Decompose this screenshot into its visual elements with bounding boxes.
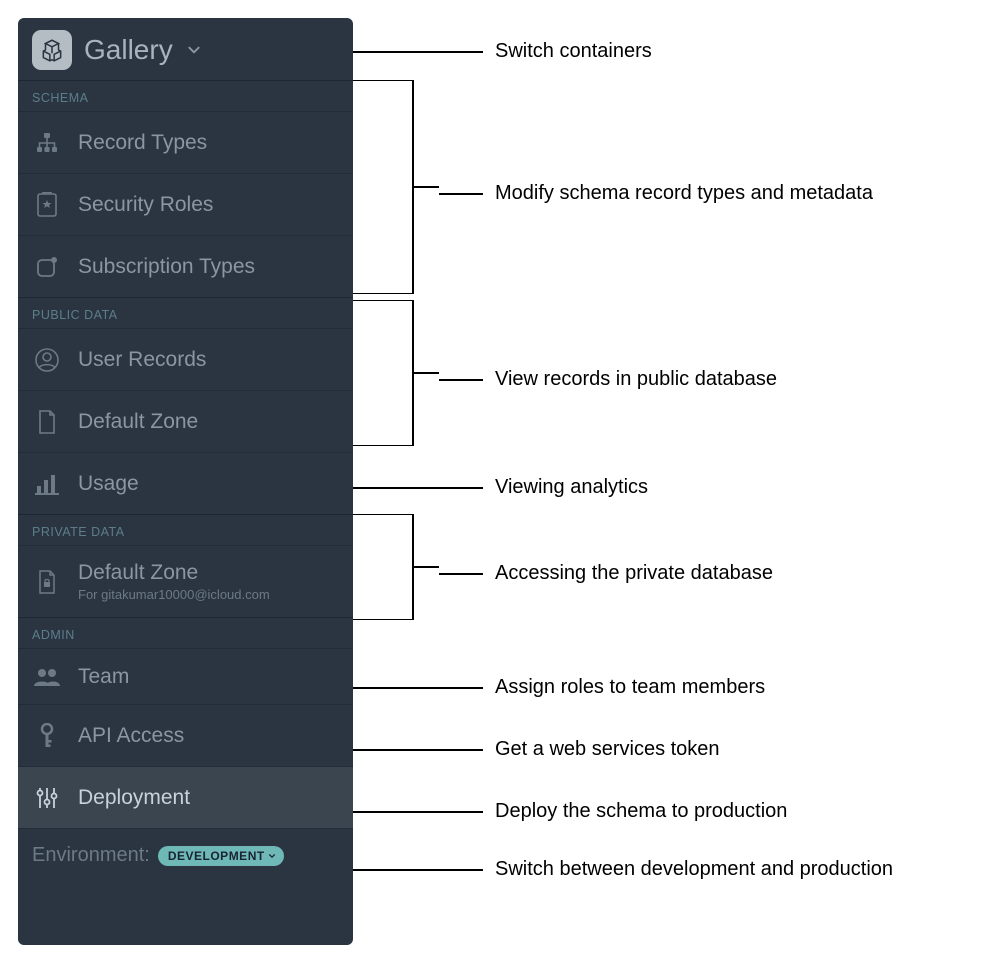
callout-deploy: Deploy the schema to production: [483, 800, 787, 823]
nav-sublabel: For gitakumar10000@icloud.com: [78, 587, 270, 602]
hierarchy-icon: [32, 131, 62, 155]
chevron-down-icon: [185, 43, 201, 57]
subscription-icon: [32, 255, 62, 279]
sidebar-item-security-roles[interactable]: Security Roles: [18, 173, 353, 235]
callout-team: Assign roles to team members: [483, 676, 765, 699]
sidebar-item-usage[interactable]: Usage: [18, 452, 353, 514]
nav-label: Record Types: [78, 131, 207, 155]
locked-document-icon: [32, 569, 62, 595]
section-header-admin: ADMIN: [18, 617, 353, 648]
sidebar-item-team[interactable]: Team: [18, 648, 353, 704]
section-header-private-data: PRIVATE DATA: [18, 514, 353, 545]
callout-private-db: Accessing the private database: [483, 562, 773, 585]
shield-star-icon: [32, 192, 62, 218]
container-switcher[interactable]: Gallery: [18, 18, 353, 80]
key-icon: [32, 723, 62, 749]
sidebar-item-default-zone-private[interactable]: Default Zone For gitakumar10000@icloud.c…: [18, 545, 353, 617]
nav-label: Subscription Types: [78, 255, 255, 279]
callout-env: Switch between development and productio…: [483, 858, 893, 881]
callout-api: Get a web services token: [483, 738, 720, 761]
environment-label: Environment:: [32, 844, 150, 867]
nav-label: Usage: [78, 472, 139, 496]
section-header-schema: SCHEMA: [18, 80, 353, 111]
callout-analytics: Viewing analytics: [483, 476, 648, 499]
app-icon: [32, 30, 72, 70]
nav-label: Security Roles: [78, 193, 213, 217]
sidebar-item-user-records[interactable]: User Records: [18, 328, 353, 390]
sidebar-item-api-access[interactable]: API Access: [18, 704, 353, 766]
nav-label: API Access: [78, 724, 184, 748]
sliders-icon: [32, 786, 62, 810]
chevron-down-icon: [268, 852, 276, 860]
callout-view-public: View records in public database: [483, 368, 777, 391]
container-name: Gallery: [84, 34, 173, 66]
sidebar-item-default-zone-public[interactable]: Default Zone: [18, 390, 353, 452]
sidebar-item-subscription-types[interactable]: Subscription Types: [18, 235, 353, 297]
sidebar-item-deployment[interactable]: Deployment: [18, 766, 353, 828]
nav-label: Deployment: [78, 786, 190, 810]
environment-bar: Environment: DEVELOPMENT: [18, 828, 353, 882]
environment-switcher[interactable]: DEVELOPMENT: [158, 846, 284, 866]
nav-label: Team: [78, 665, 129, 689]
user-circle-icon: [32, 347, 62, 373]
nav-label: User Records: [78, 348, 206, 372]
callout-modify-schema: Modify schema record types and metadata: [483, 182, 873, 205]
sidebar: Gallery SCHEMA Record Types Securit: [18, 18, 353, 945]
environment-value: DEVELOPMENT: [168, 849, 265, 863]
team-icon: [32, 667, 62, 687]
nav-label: Default Zone: [78, 561, 270, 585]
callout-switch-containers: Switch containers: [483, 40, 652, 63]
bar-chart-icon: [32, 473, 62, 495]
callouts-layer: Switch containers Modify schema record t…: [353, 0, 1004, 963]
section-header-public-data: PUBLIC DATA: [18, 297, 353, 328]
nav-label: Default Zone: [78, 410, 198, 434]
document-icon: [32, 409, 62, 435]
sidebar-item-record-types[interactable]: Record Types: [18, 111, 353, 173]
